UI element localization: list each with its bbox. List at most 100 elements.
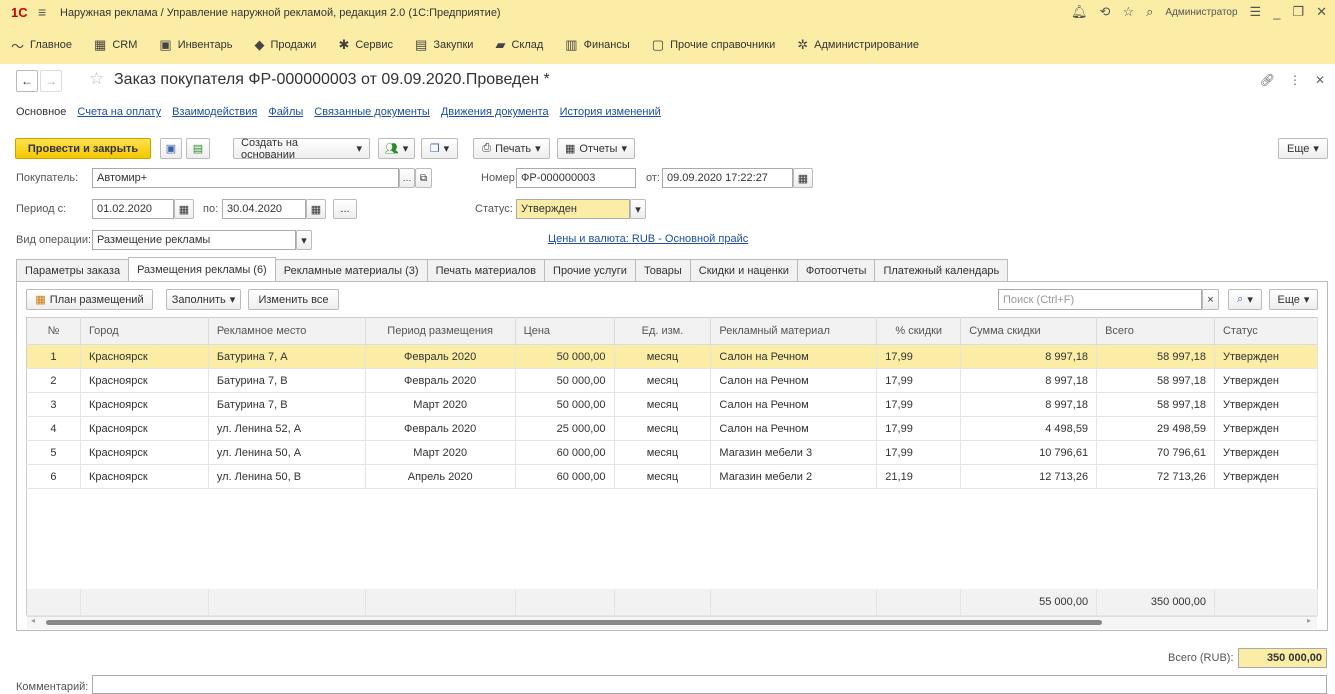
col-header[interactable]: № — [26, 317, 81, 345]
period-select-button[interactable]: ... — [333, 199, 357, 219]
period-to-field[interactable]: 30.04.2020 — [222, 199, 306, 219]
col-header[interactable]: Рекламный материал — [710, 317, 878, 345]
favorites-icon[interactable]: ☆ — [1122, 4, 1134, 20]
minimize-icon[interactable]: _ — [1273, 5, 1280, 20]
tab-placements[interactable]: Размещения рекламы (6) — [128, 257, 276, 281]
nav-main[interactable]: Основное — [16, 106, 66, 118]
table-row[interactable]: 2 Красноярск Батурина 7, В Февраль 2020 50 0… — [26, 368, 1319, 393]
back-button[interactable]: ← — [16, 70, 38, 92]
tab-discounts[interactable]: Скидки и наценки — [689, 259, 798, 281]
users-dropdown-button[interactable]: 👥︎ ▾ — [378, 138, 415, 159]
comment-field[interactable] — [92, 675, 1327, 694]
user-name[interactable]: Администратор — [1165, 7, 1237, 18]
col-header[interactable]: Город — [80, 317, 209, 345]
buyer-open-button[interactable]: ⧉ — [415, 168, 432, 188]
menu-item-main[interactable]: 〜 Главное — [0, 26, 83, 64]
settings-menu-icon[interactable]: ☰ — [1250, 4, 1262, 20]
nav-files[interactable]: Файлы — [268, 106, 303, 118]
tab-order-params[interactable]: Параметры заказа — [16, 259, 130, 281]
app-logo[interactable]: 1С — [11, 5, 28, 20]
col-header[interactable]: Рекламное место — [208, 317, 366, 345]
nav-history[interactable]: История изменений — [560, 106, 661, 118]
buyer-label: Покупатель: — [16, 172, 79, 184]
status-dropdown-button[interactable]: ▾ — [630, 199, 646, 219]
col-header[interactable]: Статус — [1214, 317, 1319, 345]
col-header[interactable]: Ед. изм. — [614, 317, 712, 345]
clear-search-button[interactable]: × — [1202, 289, 1219, 310]
forward-button[interactable]: → — [40, 70, 62, 92]
operation-dropdown-button[interactable]: ▾ — [296, 230, 312, 250]
menu-item-purchases[interactable]: ▤ Закупки — [404, 26, 484, 64]
favorite-star-icon[interactable]: ☆ — [89, 69, 104, 89]
more-vertical-icon[interactable]: ⋮ — [1289, 73, 1301, 87]
menu-item-finance[interactable]: ▥ Финансы — [554, 26, 640, 64]
tab-payment-calendar[interactable]: Платежный календарь — [874, 259, 1009, 281]
grid-more-button[interactable]: Еще ▾ — [1269, 289, 1318, 310]
save-button[interactable]: ▣ — [160, 138, 182, 159]
prices-currency-link[interactable]: Цены и валюта: RUB - Основной прайс — [548, 233, 748, 245]
menu-item-crm[interactable]: ▦ CRM — [83, 26, 148, 64]
history-icon[interactable]: ⟲ — [1100, 4, 1111, 20]
table-row[interactable]: 5 Красноярск ул. Ленина 50, А Март 2020 60 0… — [26, 440, 1319, 465]
menu-item-inventory[interactable]: ▣ Инвентарь — [148, 26, 243, 64]
placement-plan-button[interactable]: ▦ План размещений — [26, 289, 153, 310]
tab-printing[interactable]: Печать материалов — [426, 259, 546, 281]
table-row[interactable]: 3 Красноярск Батурина 7, В Март 2020 50 000,… — [26, 392, 1319, 417]
menu-item-warehouse[interactable]: ▰ Склад — [484, 26, 554, 64]
fill-button[interactable]: Заполнить ▾ — [166, 289, 241, 310]
restore-icon[interactable]: ❐ — [1292, 4, 1304, 20]
date-field[interactable]: 09.09.2020 17:22:27 — [662, 168, 793, 188]
operation-field[interactable]: Размещение рекламы — [92, 230, 296, 250]
table-row[interactable]: 4 Красноярск ул. Ленина 52, А Февраль 2020 2… — [26, 416, 1319, 441]
close-icon[interactable]: ✕ — [1316, 4, 1327, 20]
search-options-button[interactable]: ⌕ ▾ — [1228, 289, 1262, 310]
cell-period: Февраль 2020 — [365, 416, 516, 441]
tab-materials[interactable]: Рекламные материалы (3) — [274, 259, 428, 281]
main-menu-icon[interactable]: ≡ — [38, 4, 46, 20]
print-button[interactable]: ⎙ Печать ▾ — [473, 138, 550, 159]
col-header[interactable]: Всего — [1096, 317, 1215, 345]
nav-invoices[interactable]: Счета на оплату — [77, 106, 161, 118]
more-button[interactable]: Еще ▾ — [1278, 138, 1328, 159]
reports-button[interactable]: ▦ Отчеты ▾ — [557, 138, 635, 159]
menu-item-catalogs[interactable]: ▢ Прочие справочники — [641, 26, 786, 64]
nav-movements[interactable]: Движения документа — [441, 106, 549, 118]
tab-photo-reports[interactable]: Фотоотчеты — [796, 259, 876, 281]
create-based-on-button[interactable]: Создать на основании ▾ — [233, 137, 370, 161]
link-icon[interactable]: 🔗︎ — [1260, 73, 1275, 87]
scrollbar-thumb[interactable] — [46, 620, 1102, 625]
close-form-icon[interactable]: ✕ — [1315, 73, 1325, 87]
post-and-close-button[interactable]: Провести и закрыть — [15, 138, 151, 159]
change-all-button[interactable]: Изменить все — [248, 289, 339, 310]
menu-item-sales[interactable]: ◆ Продажи — [243, 26, 327, 64]
search-input[interactable]: Поиск (Ctrl+F) — [998, 289, 1202, 310]
date-calendar-button[interactable]: ▦ — [793, 168, 813, 188]
col-header[interactable]: % скидки — [876, 317, 962, 345]
search-icon[interactable]: ⌕ — [1146, 4, 1153, 20]
nav-related-docs[interactable]: Связанные документы — [314, 106, 430, 118]
post-button[interactable]: ▤ — [186, 138, 210, 159]
col-header[interactable]: Цена — [515, 317, 615, 345]
scroll-left-arrow-icon[interactable]: ◂ — [31, 616, 35, 625]
col-header[interactable]: Сумма скидки — [960, 317, 1098, 345]
table-row[interactable]: 1 Красноярск Батурина 7, А Февраль 2020 50 0… — [26, 344, 1319, 369]
nav-interactions[interactable]: Взаимодействия — [172, 106, 257, 118]
table-row[interactable]: 6 Красноярск ул. Ленина 50, В Апрель 2020 60… — [26, 464, 1319, 489]
period-from-field[interactable]: 01.02.2020 — [92, 199, 174, 219]
period-to-calendar-button[interactable]: ▦ — [306, 199, 326, 219]
bell-icon[interactable]: 🔔︎ — [1071, 4, 1088, 20]
service-icon: ✱ — [338, 37, 350, 52]
buyer-select-button[interactable]: … — [399, 168, 415, 188]
number-field[interactable]: ФР-000000003 — [516, 168, 636, 188]
buyer-field[interactable]: Автомир+ — [92, 168, 399, 188]
cell-number: 2 — [26, 368, 81, 393]
col-header[interactable]: Период размещения — [365, 317, 516, 345]
documents-dropdown-button[interactable]: ❐ ▾ — [421, 138, 458, 159]
menu-item-admin[interactable]: ✲ Администрирование — [786, 26, 930, 64]
tab-other-services[interactable]: Прочие услуги — [544, 259, 636, 281]
status-field[interactable]: Утвержден — [516, 199, 630, 219]
menu-item-service[interactable]: ✱ Сервис — [327, 26, 404, 64]
period-from-calendar-button[interactable]: ▦ — [174, 199, 194, 219]
tab-goods[interactable]: Товары — [634, 259, 691, 281]
scroll-right-arrow-icon[interactable]: ▸ — [1307, 616, 1311, 625]
